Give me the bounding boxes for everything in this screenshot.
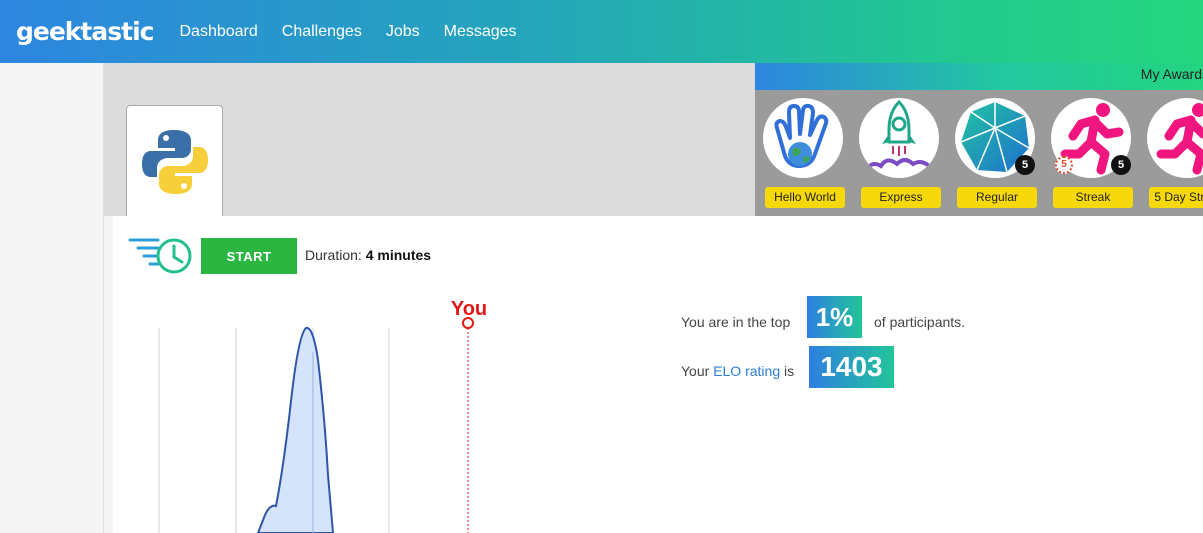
nav-challenges[interactable]: Challenges — [282, 23, 362, 41]
badge-label: Express — [861, 187, 941, 208]
nav-dashboard[interactable]: Dashboard — [179, 23, 257, 41]
badge-count: 5 — [1111, 155, 1131, 175]
runner-icon — [1156, 103, 1203, 175]
nav-messages[interactable]: Messages — [444, 23, 517, 41]
you-marker-label: You — [451, 298, 487, 320]
awards-header: My Awards — [755, 63, 1203, 90]
language-tab-python[interactable] — [126, 105, 223, 219]
elo-rating-link[interactable]: ELO rating — [713, 363, 780, 379]
elo-distribution-chart: You — [158, 298, 487, 533]
badge-label: Hello World — [765, 187, 845, 208]
rank-prefix: You are in the top — [681, 314, 791, 330]
start-button[interactable]: START — [201, 238, 297, 274]
rank-percent-badge: 1% — [807, 296, 862, 338]
timer-icon — [128, 238, 192, 274]
duration-value: 4 minutes — [365, 247, 432, 263]
elo-suffix: is — [780, 363, 795, 379]
elo-rating-badge: 1403 — [809, 346, 894, 388]
geektastic-logo[interactable]: geektastic — [16, 17, 154, 46]
streak-seal: 5 — [1055, 156, 1073, 174]
python-logo-icon — [142, 130, 208, 194]
left-sidebar — [0, 63, 104, 533]
duration-label: Duration: — [305, 247, 366, 263]
elo-text: Your ELO rating is — [681, 363, 794, 379]
elo-prefix: Your — [681, 363, 714, 379]
awards-panel: My Awards Hello World Express 5 Regular … — [755, 63, 1203, 216]
duration-text: Duration: 4 minutes — [305, 247, 431, 263]
top-navbar: geektastic Dashboard Challenges Jobs Mes… — [0, 0, 1203, 63]
badge-label: 5 Day Streak — [1149, 187, 1203, 208]
badge-count: 5 — [1015, 155, 1035, 175]
nav-jobs[interactable]: Jobs — [386, 23, 420, 41]
awards-title: My Awards — [1140, 66, 1203, 82]
rank-suffix: of participants. — [874, 314, 966, 330]
badge-label: Regular — [957, 187, 1037, 208]
rocket-icon — [863, 99, 935, 173]
badge-label: Streak — [1053, 187, 1133, 208]
hand-globe-icon — [774, 103, 829, 168]
nav-links: Dashboard Challenges Jobs Messages — [179, 23, 540, 41]
distribution-area — [256, 326, 335, 533]
